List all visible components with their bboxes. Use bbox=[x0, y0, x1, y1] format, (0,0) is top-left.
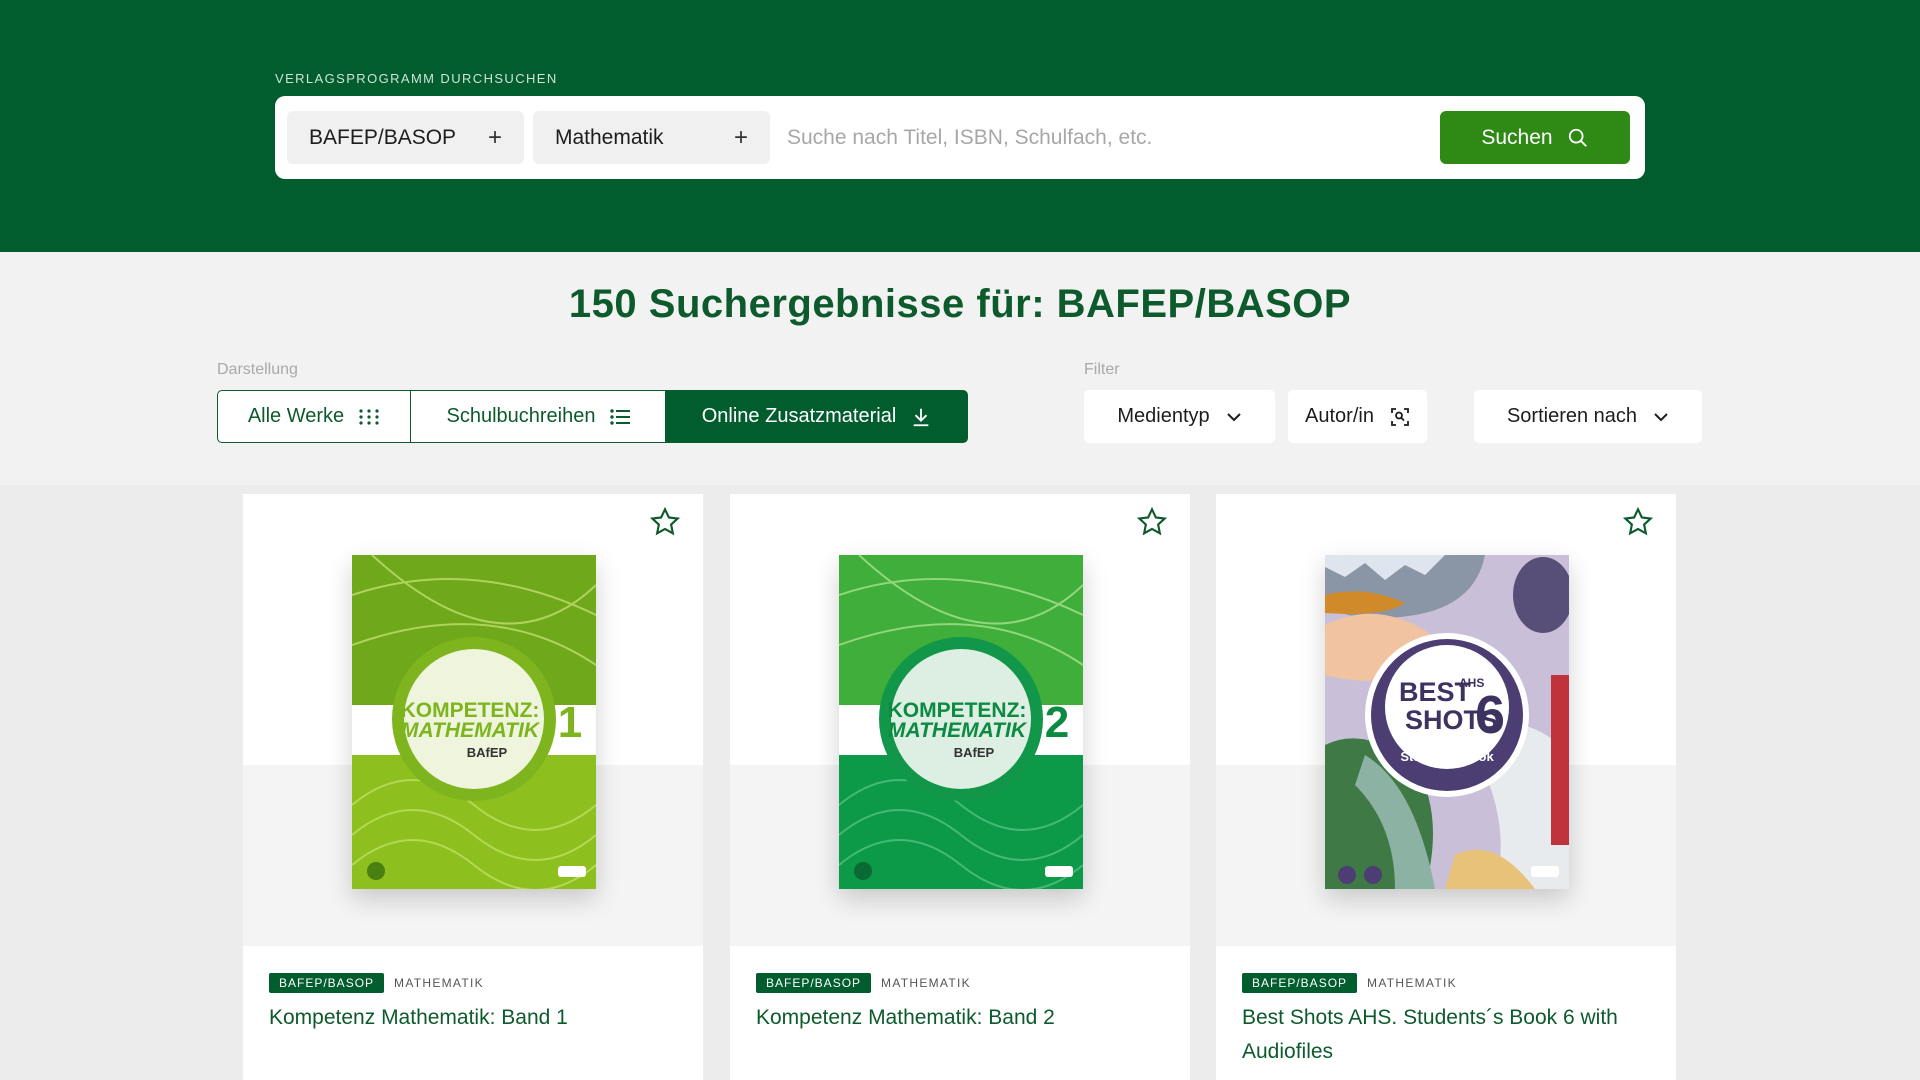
card-image-area: KOMPETENZ: MATHEMATIK BAfEP 1 bbox=[243, 494, 703, 946]
view-option-label: Schulbuchreihen bbox=[446, 405, 596, 427]
search-icon bbox=[1568, 128, 1587, 147]
grid-icon bbox=[359, 408, 379, 425]
chip-label: BAFEP/BASOP bbox=[309, 125, 457, 149]
view-online-material-button[interactable]: Online Zusatzmaterial bbox=[666, 390, 968, 443]
subject-label: MATHEMATIK bbox=[1367, 976, 1457, 990]
star-icon[interactable] bbox=[1622, 506, 1654, 538]
book-cover-image[interactable]: KOMPETENZ: MATHEMATIK BAfEP 2 bbox=[839, 555, 1083, 889]
filter-sort-dropdown[interactable]: Sortieren nach bbox=[1474, 390, 1702, 443]
download-icon bbox=[913, 408, 929, 426]
cover-number: 2 bbox=[1045, 698, 1069, 747]
subject-label: MATHEMATIK bbox=[394, 976, 484, 990]
card-meta: BAFEP/BASOP MATHEMATIK bbox=[756, 973, 971, 993]
cover-number: 1 bbox=[558, 698, 582, 747]
filter-option-label: Medientyp bbox=[1117, 405, 1210, 427]
product-title[interactable]: Best Shots AHS. Students´s Book 6 with A… bbox=[1242, 1001, 1652, 1069]
search-label: VERLAGSPROGRAMM DURCHSUCHEN bbox=[275, 71, 558, 86]
chevron-down-icon bbox=[1226, 412, 1241, 421]
view-series-button[interactable]: Schulbuchreihen bbox=[411, 390, 666, 443]
book-cover-image[interactable]: KOMPETENZ: MATHEMATIK BAfEP 1 bbox=[352, 555, 596, 889]
filter-label: Filter bbox=[1084, 361, 1120, 378]
card-image-area: KOMPETENZ: MATHEMATIK BAfEP 2 bbox=[730, 494, 1190, 946]
card-meta: BAFEP/BASOP MATHEMATIK bbox=[269, 973, 484, 993]
star-icon[interactable] bbox=[649, 506, 681, 538]
chevron-down-icon bbox=[1654, 412, 1668, 421]
card-image-area: BEST AHS SHOTS 6 Student's book bbox=[1216, 494, 1676, 946]
product-title[interactable]: Kompetenz Mathematik: Band 2 bbox=[756, 1001, 1166, 1035]
book-cover-image[interactable]: BEST AHS SHOTS 6 Student's book bbox=[1325, 555, 1569, 889]
search-bar: BAFEP/BASOP + Mathematik + Suche n bbox=[275, 96, 1645, 179]
star-icon[interactable] bbox=[1136, 506, 1168, 538]
category-badge: BAFEP/BASOP bbox=[269, 973, 385, 993]
filter-option-label: Autor/in bbox=[1305, 405, 1374, 427]
list-icon bbox=[609, 408, 630, 425]
chip-label: Mathematik bbox=[555, 125, 664, 149]
cover-subtitle: BAfEP bbox=[954, 745, 995, 760]
person-search-icon bbox=[1391, 407, 1409, 426]
product-card[interactable]: KOMPETENZ: MATHEMATIK BAfEP 2 BAFEP/BASO… bbox=[730, 494, 1190, 1080]
plus-icon[interactable]: + bbox=[488, 124, 502, 152]
product-card[interactable]: KOMPETENZ: MATHEMATIK BAfEP 1 BAFEP/BASO… bbox=[243, 494, 703, 1080]
filter-option-label: Sortieren nach bbox=[1506, 405, 1638, 427]
filter-author-button[interactable]: Autor/in bbox=[1288, 390, 1427, 443]
search-hero: VERLAGSPROGRAMM DURCHSUCHEN BAFEP/BASOP … bbox=[0, 0, 1920, 252]
filter-chip-mathematik[interactable]: Mathematik + bbox=[533, 111, 770, 164]
category-badge: BAFEP/BASOP bbox=[756, 973, 872, 993]
view-option-label: Alle Werke bbox=[247, 405, 345, 427]
view-label: Darstellung bbox=[217, 361, 298, 378]
results-title: 150 Suchergebnisse für: BAFEP/BASOP bbox=[568, 282, 1352, 326]
subject-label: MATHEMATIK bbox=[881, 976, 971, 990]
category-badge: BAFEP/BASOP bbox=[1242, 973, 1358, 993]
product-title[interactable]: Kompetenz Mathematik: Band 1 bbox=[269, 1001, 679, 1035]
cover-number: 6 bbox=[1475, 685, 1505, 745]
search-input[interactable] bbox=[787, 111, 1427, 164]
cover-subtitle: BAfEP bbox=[467, 745, 508, 760]
view-toggle: Alle Werke Schulbuchreihen Online Zusatz… bbox=[217, 390, 968, 443]
cover-title-line2: MATHEMATIK bbox=[401, 719, 541, 742]
search-button-label: Suchen bbox=[1481, 125, 1553, 149]
view-option-label: Online Zusatzmaterial bbox=[701, 405, 897, 427]
plus-icon[interactable]: + bbox=[734, 124, 748, 152]
card-meta: BAFEP/BASOP MATHEMATIK bbox=[1242, 973, 1457, 993]
cover-subtitle: Student's book bbox=[1400, 749, 1494, 764]
product-card[interactable]: BEST AHS SHOTS 6 Student's book BAFEP/BA… bbox=[1216, 494, 1676, 1080]
filter-chip-bafep[interactable]: BAFEP/BASOP + bbox=[287, 111, 524, 164]
search-button[interactable]: Suchen bbox=[1440, 111, 1630, 164]
view-all-works-button[interactable]: Alle Werke bbox=[217, 390, 411, 443]
cover-title-line2: MATHEMATIK bbox=[888, 719, 1028, 742]
filter-medientyp-dropdown[interactable]: Medientyp bbox=[1084, 390, 1275, 443]
